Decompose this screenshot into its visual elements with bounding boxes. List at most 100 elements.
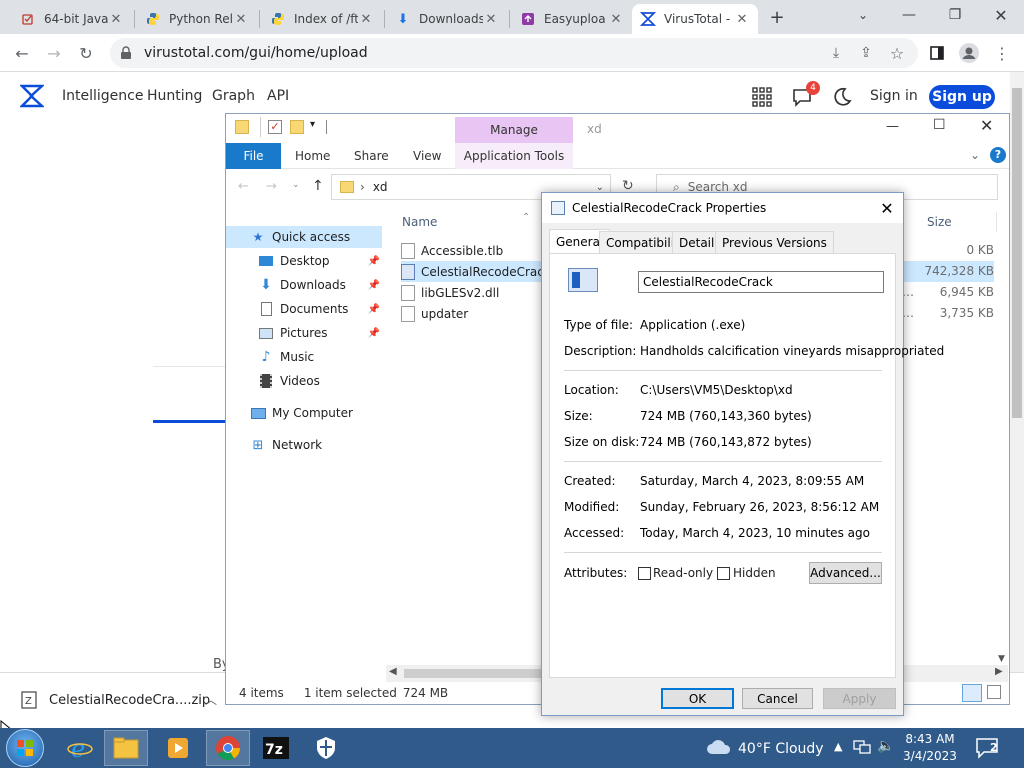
weather-widget[interactable]: 40°F Cloudy bbox=[706, 738, 824, 760]
tab-easyupload[interactable]: Easyuploa ✕ bbox=[512, 4, 632, 34]
ok-button[interactable]: OK bbox=[661, 688, 734, 709]
readonly-checkbox[interactable] bbox=[638, 567, 651, 580]
side-panel-icon[interactable] bbox=[923, 39, 951, 67]
volume-icon[interactable]: 🔈 bbox=[877, 738, 894, 754]
readonly-label[interactable]: Read-only bbox=[653, 566, 713, 580]
ribbon-expand-chevron-icon[interactable]: ⌄ bbox=[970, 148, 980, 162]
tab-index-of[interactable]: Index of /ft ✕ bbox=[262, 4, 382, 34]
large-icons-view-icon[interactable] bbox=[987, 685, 1001, 699]
vt-nav-hunting[interactable]: Hunting bbox=[147, 88, 202, 104]
close-icon[interactable]: ✕ bbox=[483, 12, 499, 27]
close-icon[interactable]: ✕ bbox=[734, 12, 750, 27]
nav-item-videos[interactable]: Videos bbox=[226, 370, 382, 392]
hscrollbar-thumb[interactable] bbox=[404, 669, 554, 678]
back-arrow-icon[interactable]: ← bbox=[238, 179, 249, 194]
share-icon[interactable]: ⇪ bbox=[852, 39, 880, 67]
minimize-button[interactable]: — bbox=[886, 0, 932, 30]
install-app-icon[interactable]: ⤓ bbox=[822, 39, 850, 67]
ribbon-file-tab[interactable]: File bbox=[226, 143, 281, 169]
address-dropdown-icon[interactable]: ⌄ bbox=[596, 182, 604, 193]
nav-item-music[interactable]: ♪ Music bbox=[226, 346, 382, 368]
manage-contextual-tab[interactable]: Manage bbox=[455, 117, 573, 143]
window-close-button[interactable]: ✕ bbox=[980, 116, 993, 135]
chrome-icon[interactable] bbox=[206, 730, 250, 766]
file-row[interactable]: Accessible.tlb bbox=[401, 240, 546, 261]
hidden-checkbox[interactable] bbox=[717, 567, 730, 580]
media-player-icon[interactable] bbox=[156, 730, 200, 766]
ribbon-application-tools-tab[interactable]: Application Tools bbox=[455, 143, 573, 169]
address-bar[interactable]: virustotal.com/gui/home/upload bbox=[110, 38, 918, 68]
nav-item-pictures[interactable]: Pictures 📌 bbox=[226, 322, 382, 344]
tab-python-release[interactable]: Python Rele ✕ bbox=[137, 4, 257, 34]
advanced-button[interactable]: Advanced... bbox=[809, 562, 882, 584]
close-icon[interactable]: ✕ bbox=[233, 12, 249, 27]
scroll-down-icon[interactable]: ▼ bbox=[998, 654, 1005, 664]
internet-explorer-icon[interactable]: e bbox=[58, 730, 102, 766]
vt-nav-graph[interactable]: Graph bbox=[212, 88, 255, 104]
browser-menu-icon[interactable]: ⋮ bbox=[988, 39, 1016, 67]
virustotal-logo-icon[interactable] bbox=[19, 84, 46, 111]
network-tray-icon[interactable] bbox=[853, 739, 871, 758]
taskbar-clock[interactable]: 8:43 AM 3/4/2023 bbox=[897, 731, 963, 765]
dark-mode-moon-icon[interactable] bbox=[832, 87, 852, 110]
start-button[interactable] bbox=[6, 729, 44, 767]
up-arrow-icon[interactable]: ↑ bbox=[312, 178, 324, 194]
scroll-left-icon[interactable]: ◀ bbox=[389, 666, 397, 677]
minimize-button[interactable]: — bbox=[886, 119, 899, 134]
qat-dropdown-icon[interactable]: ▾ bbox=[310, 119, 315, 130]
window-close-button[interactable]: ✕ bbox=[978, 0, 1024, 30]
vt-nav-api[interactable]: API bbox=[267, 88, 289, 104]
download-filename[interactable]: CelestialRecodeCra....zip bbox=[49, 693, 210, 708]
nav-item-quick-access[interactable]: ★ Quick access bbox=[226, 226, 382, 248]
nav-item-documents[interactable]: Documents 📌 bbox=[226, 298, 382, 320]
file-row[interactable]: updater bbox=[401, 303, 546, 324]
tab-search-button[interactable]: ⌄ bbox=[840, 0, 886, 30]
7zip-icon[interactable]: 7z bbox=[254, 730, 298, 766]
bookmark-star-icon[interactable]: ☆ bbox=[883, 39, 911, 67]
vt-nav-intelligence[interactable]: Intelligence bbox=[62, 88, 143, 104]
details-view-icon[interactable] bbox=[962, 684, 982, 702]
properties-check-icon[interactable]: ✓ bbox=[268, 120, 282, 134]
tray-chevron-icon[interactable]: ▲ bbox=[834, 740, 842, 753]
help-icon[interactable]: ? bbox=[990, 147, 1006, 163]
column-header-size[interactable]: Size bbox=[927, 215, 952, 229]
sign-in-link[interactable]: Sign in bbox=[870, 88, 918, 104]
profile-avatar[interactable] bbox=[955, 39, 983, 67]
new-folder-icon[interactable] bbox=[290, 120, 304, 134]
column-header-name[interactable]: Name bbox=[402, 215, 437, 229]
apps-grid-icon[interactable] bbox=[752, 87, 772, 110]
tab-java[interactable]: 64-bit Java ✕ bbox=[12, 4, 132, 34]
restore-button[interactable]: ❐ bbox=[932, 0, 978, 30]
close-icon[interactable]: ✕ bbox=[108, 12, 124, 27]
maximize-button[interactable]: ☐ bbox=[933, 117, 946, 133]
close-icon[interactable]: ✕ bbox=[608, 12, 624, 27]
new-tab-button[interactable]: + bbox=[766, 6, 788, 28]
dialog-close-button[interactable]: ✕ bbox=[876, 197, 898, 219]
nav-item-desktop[interactable]: Desktop 📌 bbox=[226, 250, 382, 272]
nav-item-my-computer[interactable]: My Computer bbox=[226, 402, 382, 424]
scroll-right-icon[interactable]: ▶ bbox=[995, 666, 1003, 677]
tab-virustotal[interactable]: VirusTotal - ✕ bbox=[632, 4, 758, 34]
back-button[interactable]: ← bbox=[8, 39, 36, 67]
forward-button[interactable]: → bbox=[40, 39, 68, 67]
nav-item-network[interactable]: ⊞ Network bbox=[226, 434, 382, 456]
forward-arrow-icon[interactable]: → bbox=[266, 179, 277, 194]
file-row[interactable]: libGLESv2.dll bbox=[401, 282, 546, 303]
hidden-label[interactable]: Hidden bbox=[733, 566, 776, 580]
file-row-selected[interactable]: CelestialRecodeCrack bbox=[401, 261, 551, 282]
ribbon-home-tab[interactable]: Home bbox=[295, 149, 330, 163]
filename-field[interactable]: CelestialRecodeCrack bbox=[638, 271, 884, 293]
recent-locations-icon[interactable]: ⌄ bbox=[292, 180, 300, 190]
file-explorer-icon[interactable] bbox=[104, 730, 148, 766]
reload-button[interactable]: ↻ bbox=[72, 39, 100, 67]
ribbon-share-tab[interactable]: Share bbox=[354, 149, 389, 163]
nav-item-downloads[interactable]: ⬇ Downloads 📌 bbox=[226, 274, 382, 296]
cancel-button[interactable]: Cancel bbox=[742, 688, 813, 709]
close-icon[interactable]: ✕ bbox=[358, 12, 374, 27]
chevron-up-icon[interactable]: ︿ bbox=[205, 691, 217, 708]
apply-button[interactable]: Apply bbox=[823, 688, 896, 709]
security-shield-icon[interactable] bbox=[304, 730, 348, 766]
page-scrollbar-thumb[interactable] bbox=[1012, 88, 1022, 418]
ribbon-view-tab[interactable]: View bbox=[413, 149, 441, 163]
sign-up-button[interactable]: Sign up bbox=[929, 85, 995, 109]
